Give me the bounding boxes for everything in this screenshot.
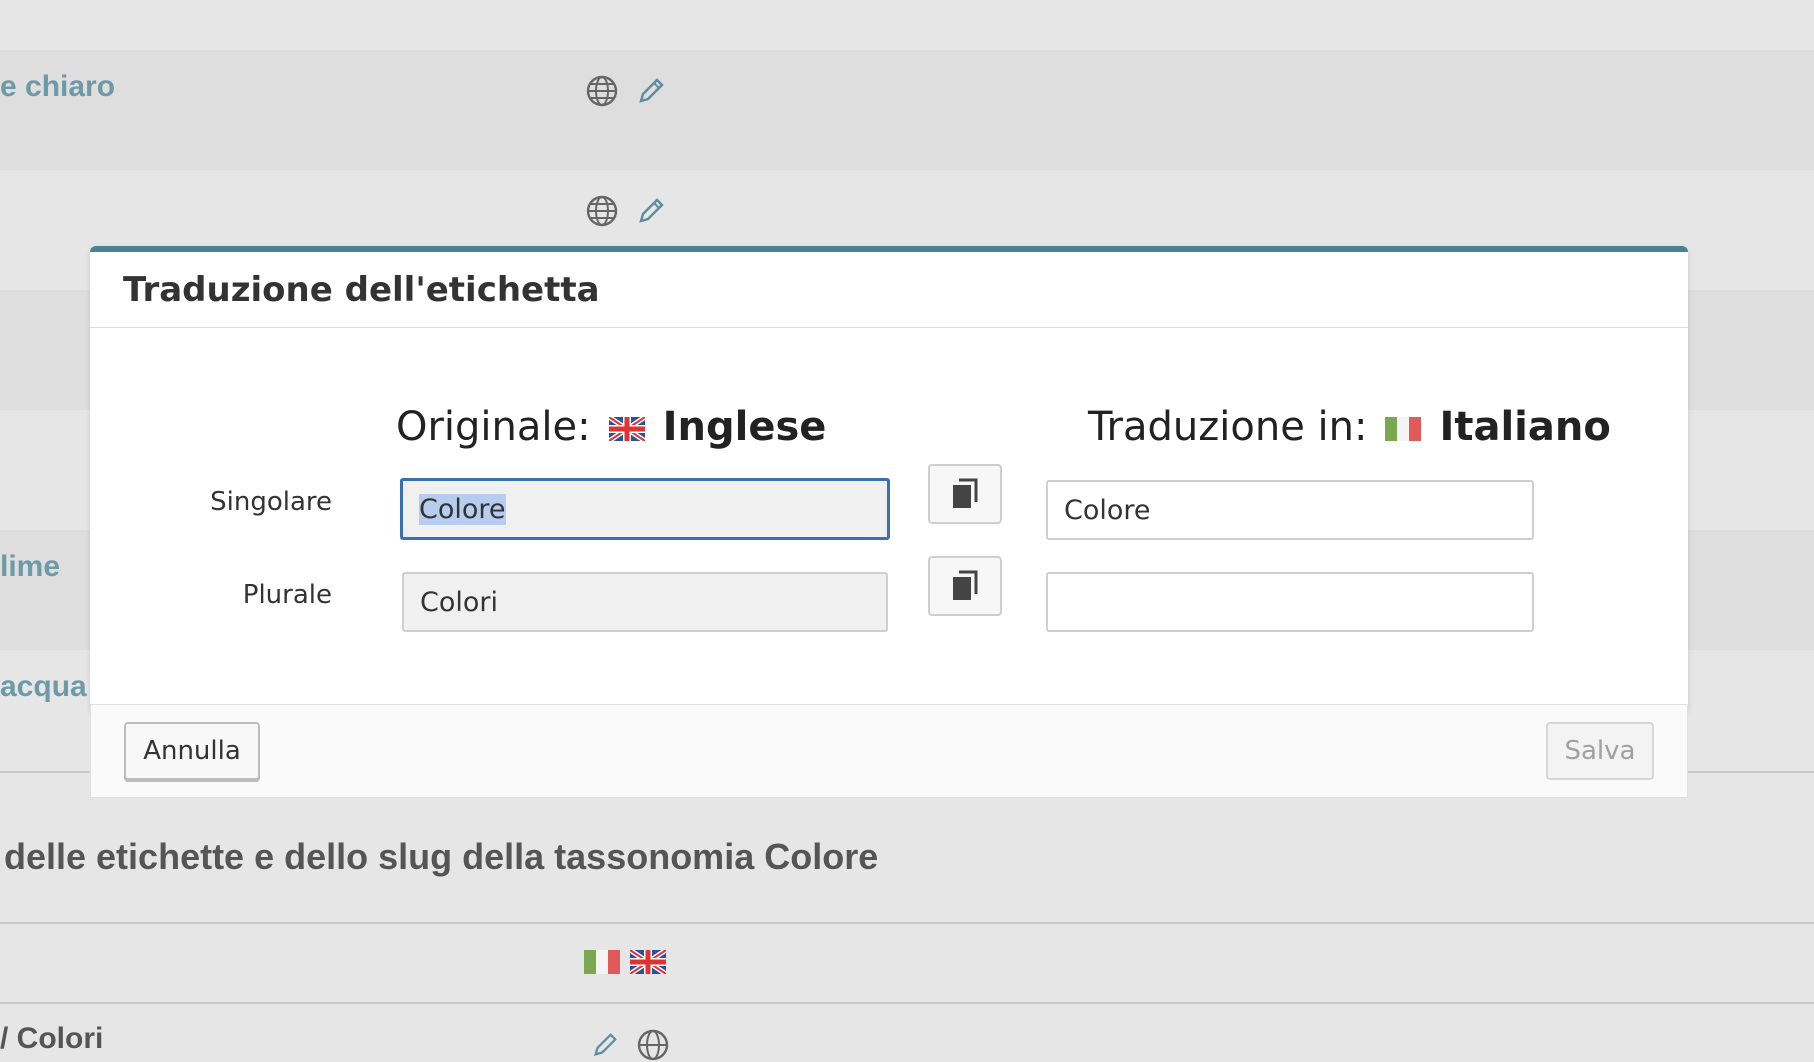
bg-link-water[interactable]: acqua (0, 670, 87, 704)
bg-row-1 (0, 50, 1814, 170)
section-heading: delle etichette e dello slug della tasso… (4, 836, 879, 877)
translation-singular-field[interactable]: Colore (1046, 480, 1534, 540)
copy-singular-button[interactable] (928, 464, 1002, 524)
pencil-icon[interactable] (635, 75, 667, 107)
selected-text: Colore (419, 493, 506, 525)
globe-icon[interactable] (585, 194, 619, 228)
bg-link-light[interactable]: e chiaro (0, 70, 115, 104)
divider (0, 922, 1814, 924)
bg-row-label: / Colori (0, 1022, 104, 1055)
pencil-icon[interactable] (590, 1030, 620, 1060)
translation-plural-field[interactable] (1046, 572, 1534, 632)
bg-link-lime[interactable]: lime (0, 550, 60, 584)
copy-plural-button[interactable] (928, 556, 1002, 616)
original-plural-field[interactable]: Colori (402, 572, 888, 632)
globe-icon[interactable] (636, 1028, 670, 1062)
dialog-footer: Annulla Salva (90, 704, 1688, 798)
uk-flag-icon (608, 404, 645, 450)
original-prefix: Originale: (396, 404, 591, 450)
copy-icon (953, 570, 978, 600)
italian-flag-icon[interactable] (584, 950, 620, 974)
original-language-heading: Originale: Inglese (396, 404, 826, 450)
dialog-title: Traduzione dell'etichetta (123, 269, 600, 310)
globe-icon[interactable] (585, 74, 619, 108)
translation-prefix: Traduzione in: (1088, 404, 1368, 450)
uk-flag-icon[interactable] (630, 950, 666, 974)
dialog-header: Traduzione dell'etichetta (90, 252, 1688, 328)
original-singular-field[interactable]: Colore (400, 478, 890, 540)
save-button[interactable]: Salva (1546, 722, 1654, 780)
translation-dialog: Traduzione dell'etichetta Originale: Ing… (90, 246, 1688, 710)
translation-language: Italiano (1439, 404, 1611, 450)
copy-icon (953, 478, 978, 508)
italian-flag-icon (1385, 404, 1422, 450)
pencil-icon[interactable] (635, 195, 667, 227)
cancel-button[interactable]: Annulla (124, 722, 260, 780)
original-language: Inglese (662, 404, 827, 450)
singular-label: Singolare (210, 487, 332, 517)
divider (0, 1002, 1814, 1004)
translation-language-heading: Traduzione in: Italiano (1088, 404, 1611, 450)
plural-label: Plurale (242, 580, 332, 610)
